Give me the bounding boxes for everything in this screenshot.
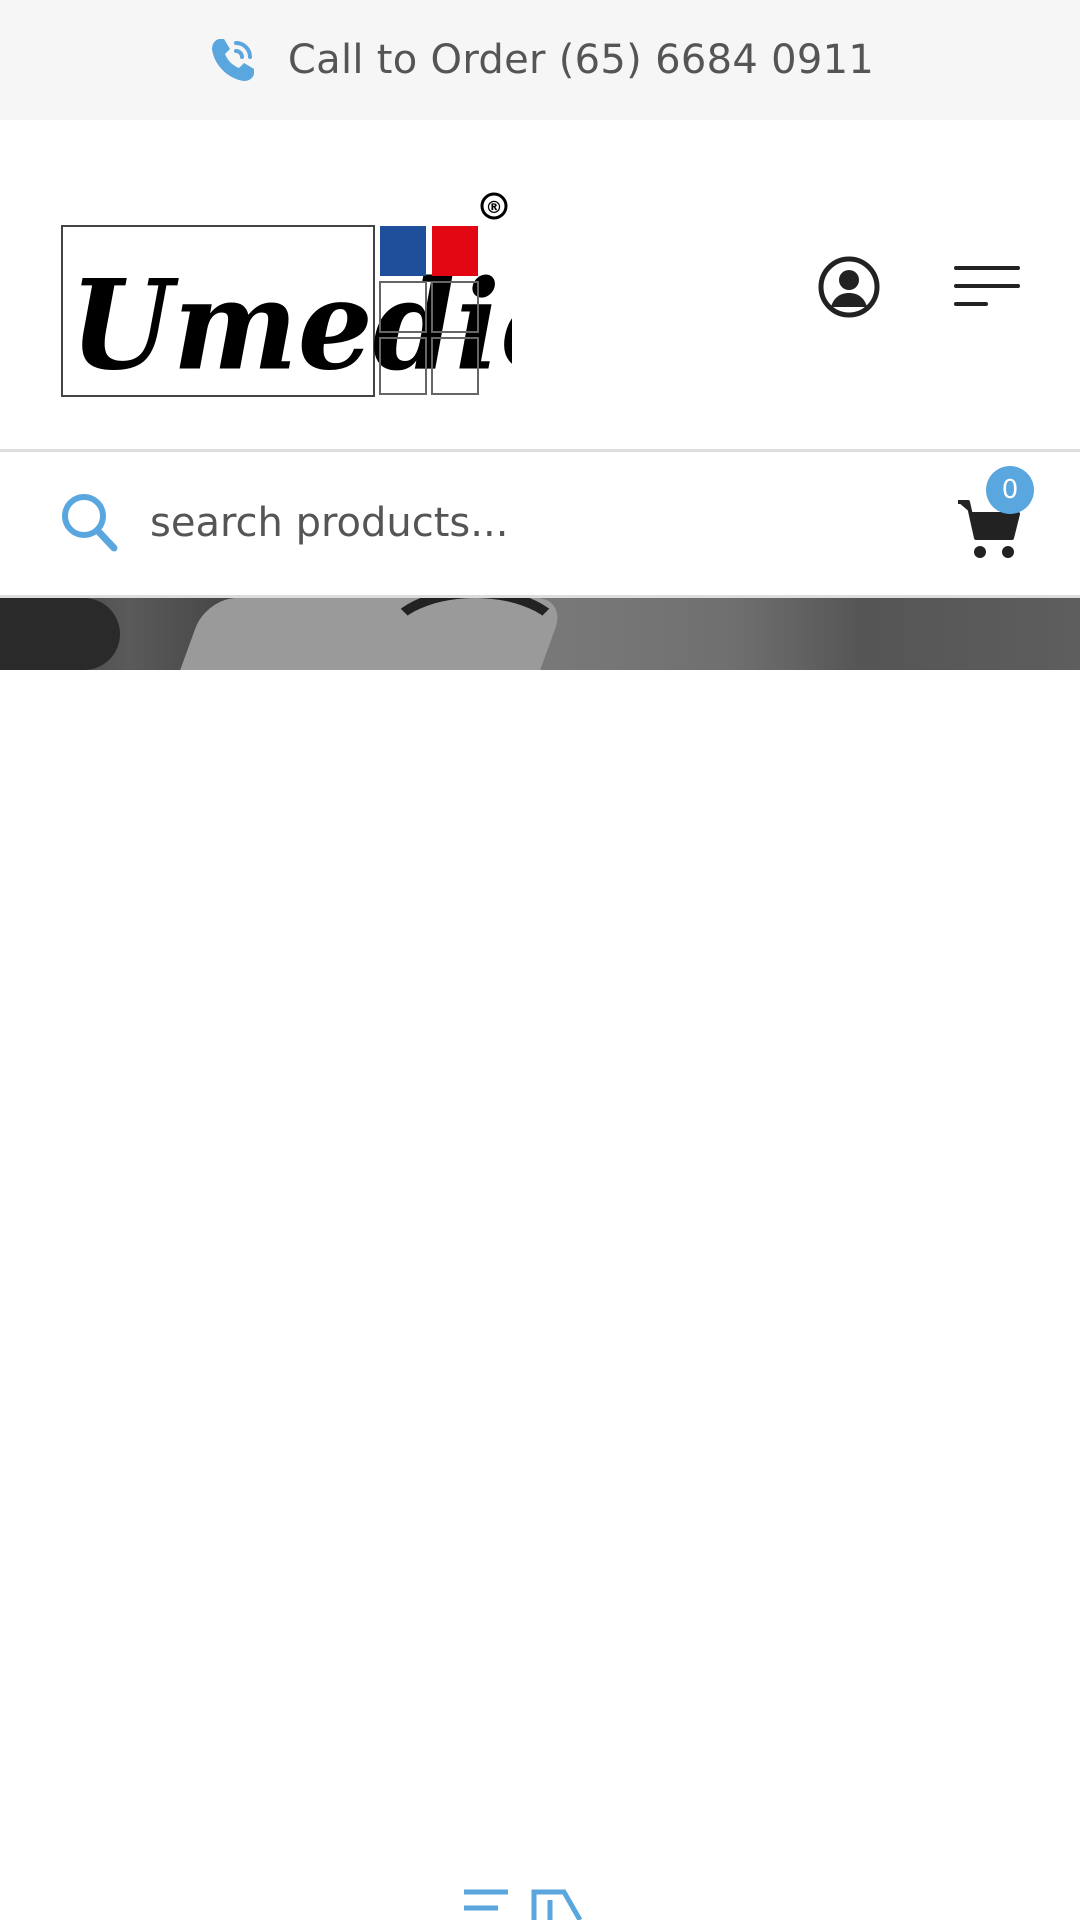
hero-banner-image [0, 598, 1080, 670]
call-to-order-bar[interactable]: Call to Order (65) 6684 0911 [0, 0, 1080, 120]
call-to-order-text[interactable]: Call to Order (65) 6684 0911 [288, 37, 874, 83]
search-icon[interactable] [60, 492, 118, 552]
umedic-logo[interactable]: Umedic ® [60, 190, 512, 400]
user-circle-icon[interactable] [818, 256, 880, 318]
hero-image-hair [380, 598, 570, 670]
cart-button[interactable]: 0 [956, 466, 1036, 576]
delivery-truck-icon [464, 1889, 583, 1920]
phone-call-icon [211, 39, 254, 81]
search-bar: 0 [0, 452, 1080, 598]
cart-count-badge: 0 [986, 466, 1034, 514]
hero-image-shadow [0, 598, 120, 670]
hamburger-menu-icon[interactable] [954, 262, 1020, 312]
site-header: Umedic ® [0, 120, 1080, 450]
search-input[interactable] [150, 488, 910, 558]
svg-text:®: ® [486, 198, 503, 218]
